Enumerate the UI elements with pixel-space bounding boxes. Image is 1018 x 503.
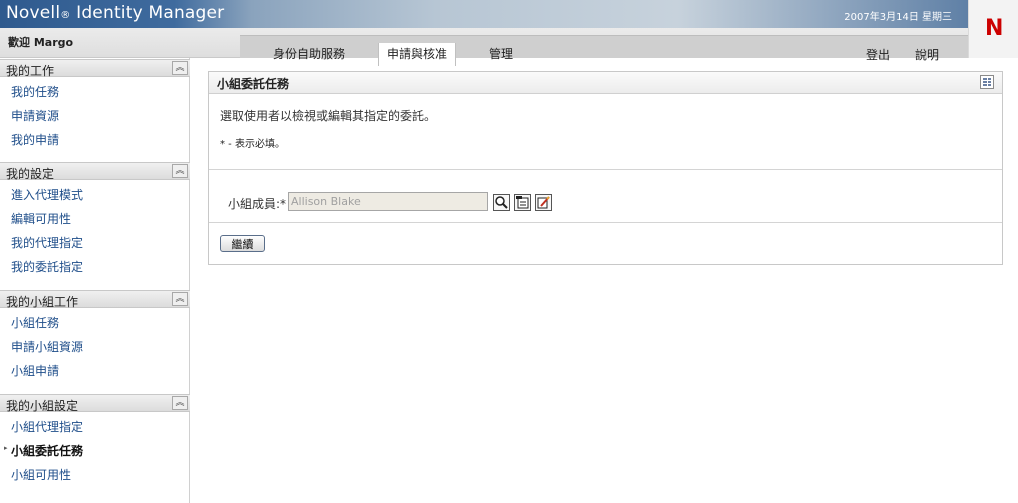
- sidebar-group-my-team-work: 我的小組工作 ︽ 小組任務 申請小組資源 小組申請: [0, 290, 190, 380]
- team-member-field[interactable]: [288, 192, 488, 211]
- sidebar-group-header: 我的工作 ︽: [0, 59, 190, 78]
- active-item-marker-icon: ▸: [4, 444, 8, 452]
- sidebar-item-team-requests[interactable]: 小組申請: [0, 356, 190, 380]
- collapse-icon[interactable]: ︽: [172, 396, 188, 410]
- sidebar-group-header: 我的小組設定 ︽: [0, 394, 190, 413]
- sidebar-item-team-tasks[interactable]: 小組任務: [0, 308, 190, 332]
- edit-icon[interactable]: [535, 194, 552, 211]
- main-panel: 小組委託任務 選取使用者以檢視或編輯其指定的委託。 * - 表示必填。 小組成員…: [208, 71, 1003, 265]
- collapse-icon[interactable]: ︽: [172, 292, 188, 306]
- divider: [209, 169, 1002, 170]
- sidebar-item-request-team-resources[interactable]: 申請小組資源: [0, 332, 190, 356]
- instruction-text: 選取使用者以檢視或編輯其指定的委託。: [220, 109, 437, 123]
- tab-identity-self-service[interactable]: 身份自助服務: [273, 45, 345, 62]
- app-title-reg: ®: [60, 10, 71, 21]
- sidebar-item-team-availability[interactable]: 小組可用性: [0, 460, 190, 484]
- history-list-icon[interactable]: [514, 194, 531, 211]
- sidebar-item-team-delegate-assignments[interactable]: ▸ 小組委託任務: [0, 436, 190, 460]
- sidebar-item-my-delegate-assignments[interactable]: 我的委託指定: [0, 252, 190, 276]
- sidebar-item-label: 小組委託任務: [11, 444, 84, 458]
- sidebar-group-my-team-settings: 我的小組設定 ︽ 小組代理指定 ▸ 小組委託任務 小組可用性: [0, 394, 190, 484]
- sidebar-item-enter-proxy-mode[interactable]: 進入代理模式: [0, 180, 190, 204]
- collapse-icon[interactable]: ︽: [172, 164, 188, 178]
- page-title: 小組委託任務: [217, 77, 290, 91]
- tabs-strip: 身份自助服務 申請與核准 管理 登出 說明: [240, 35, 968, 66]
- required-note: * - 表示必填。: [220, 139, 285, 150]
- sidebar-item-my-proxy-assignments[interactable]: 我的代理指定: [0, 228, 190, 252]
- continue-button[interactable]: 繼續: [220, 235, 265, 252]
- sidebar-item-my-tasks[interactable]: 我的任務: [0, 77, 190, 101]
- sidebar-group-my-work: 我的工作 ︽ 我的任務 申請資源 我的申請: [0, 59, 190, 149]
- panel-header: 小組委託任務: [209, 72, 1002, 94]
- welcome-text: 歡迎 Margo: [8, 36, 74, 49]
- sidebar-group-header: 我的設定 ︽: [0, 162, 190, 181]
- sidebar-item-request-resources[interactable]: 申請資源: [0, 101, 190, 125]
- divider: [209, 222, 1002, 223]
- app-title: Novell® Identity Manager: [6, 3, 224, 23]
- sidebar-item-edit-availability[interactable]: 編輯可用性: [0, 204, 190, 228]
- team-member-label: 小組成員:*: [228, 197, 287, 211]
- logout-link[interactable]: 登出: [866, 46, 890, 63]
- app-header: Novell® Identity Manager 2007年3月14日 星期三 …: [0, 0, 1018, 66]
- app-title-brand: Novell: [6, 3, 61, 23]
- sidebar-item-my-requests[interactable]: 我的申請: [0, 125, 190, 149]
- sidebar: 我的工作 ︽ 我的任務 申請資源 我的申請 我的設定 ︽ 進入代理模式 編輯可用…: [0, 58, 190, 503]
- collapse-icon[interactable]: ︽: [172, 61, 188, 75]
- search-icon[interactable]: [493, 194, 510, 211]
- sidebar-group-header: 我的小組工作 ︽: [0, 290, 190, 309]
- customize-icon[interactable]: [980, 75, 994, 89]
- nav-bar: 歡迎 Margo 身份自助服務 申請與核准 管理 登出 說明: [0, 28, 968, 66]
- tab-requests-approvals[interactable]: 申請與核准: [378, 43, 457, 66]
- sidebar-group-my-settings: 我的設定 ︽ 進入代理模式 編輯可用性 我的代理指定 我的委託指定: [0, 162, 190, 276]
- novell-logo-letter: N: [985, 16, 1004, 41]
- current-date: 2007年3月14日 星期三: [844, 12, 952, 23]
- help-link[interactable]: 說明: [915, 46, 939, 63]
- title-bar: Novell® Identity Manager 2007年3月14日 星期三: [0, 0, 968, 28]
- novell-logo: N: [968, 0, 1018, 58]
- tab-administration[interactable]: 管理: [489, 45, 513, 62]
- sidebar-item-team-proxy-assignments[interactable]: 小組代理指定: [0, 412, 190, 436]
- app-title-product: Identity Manager: [70, 3, 225, 23]
